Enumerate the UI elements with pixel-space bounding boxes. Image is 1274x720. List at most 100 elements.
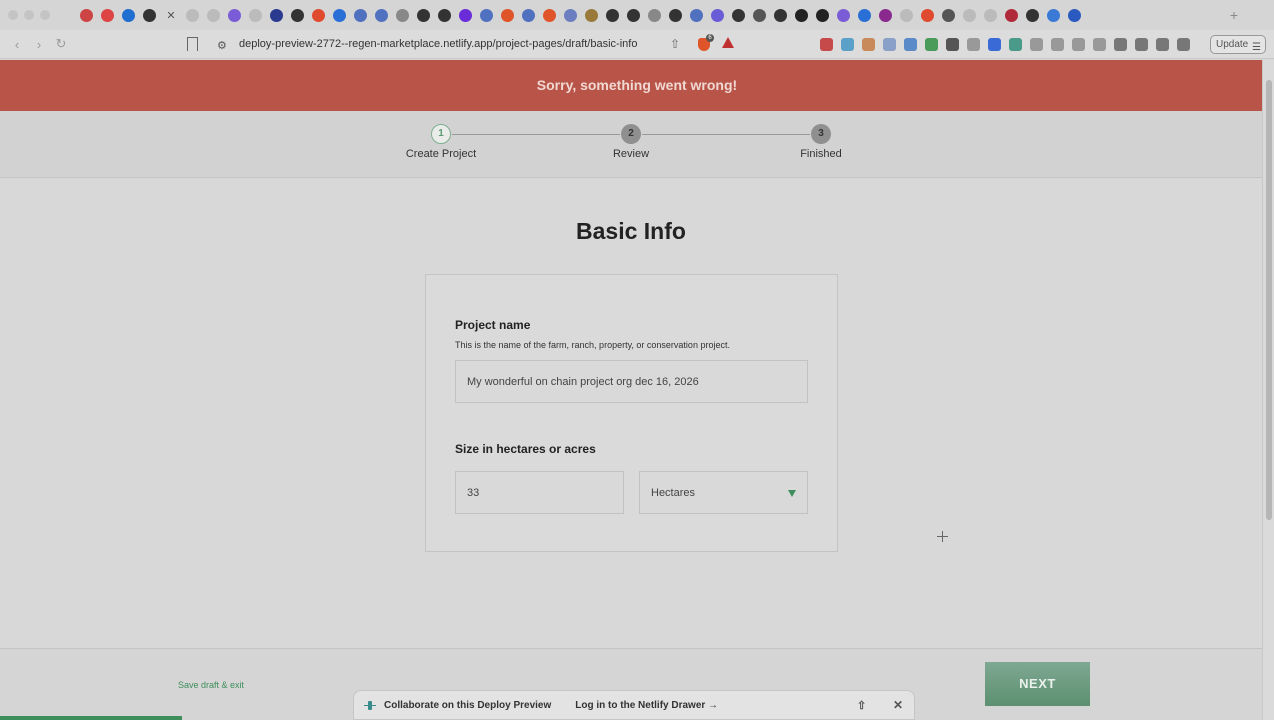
tab-favicon-icon[interactable] — [396, 8, 409, 22]
tab-favicon-icon[interactable] — [690, 8, 703, 22]
close-window-icon[interactable] — [8, 10, 18, 20]
tab-favicon-icon[interactable] — [480, 8, 493, 22]
tab-favicon-icon[interactable] — [80, 8, 93, 22]
unit-select[interactable]: Hectares — [639, 471, 808, 514]
tab-close-icon[interactable]: ✕ — [164, 9, 178, 22]
site-settings-icon[interactable]: ⚙ — [217, 39, 227, 52]
netlify-drawer: Collaborate on this Deploy Preview Log i… — [353, 690, 915, 720]
extension-icon[interactable] — [1051, 38, 1064, 51]
update-label: Update — [1216, 39, 1249, 50]
tab-favicon-icon[interactable] — [858, 8, 871, 22]
extension-icon[interactable] — [967, 38, 980, 51]
extension-icon[interactable] — [1135, 38, 1148, 51]
tab-favicon-icon[interactable] — [837, 8, 850, 22]
extension-icon[interactable] — [1156, 38, 1169, 51]
tab-favicon-icon[interactable] — [417, 8, 430, 22]
tab-favicon-icon[interactable] — [375, 8, 388, 22]
scrollbar-thumb[interactable] — [1266, 80, 1272, 520]
tab-favicon-icon[interactable] — [774, 8, 787, 22]
forward-icon[interactable]: › — [28, 37, 50, 52]
tab-favicon-icon[interactable] — [1005, 8, 1018, 22]
step-finished: 3 Finished — [761, 124, 881, 160]
extension-icon[interactable] — [904, 38, 917, 51]
tab-favicon-icon[interactable] — [879, 8, 892, 22]
brave-rewards-icon[interactable] — [722, 37, 734, 48]
menu-icon: ☰ — [1252, 42, 1261, 53]
share-icon[interactable]: ⇧ — [857, 699, 866, 712]
tab-favicon-icon[interactable] — [900, 8, 913, 22]
extension-icon[interactable] — [1093, 38, 1106, 51]
step-create-project: 1 Create Project — [381, 124, 501, 160]
tab-favicon-icon[interactable] — [711, 8, 724, 22]
tab-favicon-icon[interactable] — [564, 8, 577, 22]
extension-icon[interactable] — [1072, 38, 1085, 51]
tab-favicon-icon[interactable] — [585, 8, 598, 22]
tab-favicon-icon[interactable] — [438, 8, 451, 22]
page-scrollbar[interactable] — [1262, 60, 1274, 720]
extension-icon[interactable] — [1177, 38, 1190, 51]
tab-favicon-icon[interactable] — [459, 8, 472, 22]
tab-favicon-icon[interactable] — [186, 8, 199, 22]
tab-favicon-icon[interactable] — [942, 8, 955, 22]
size-input[interactable]: 33 — [455, 471, 624, 514]
reload-icon[interactable]: ↻ — [50, 36, 72, 52]
tab-favicon-icon[interactable] — [648, 8, 661, 22]
extension-icon[interactable] — [1114, 38, 1127, 51]
extension-icon[interactable] — [820, 38, 833, 51]
progress-bar — [0, 716, 182, 720]
tab-favicon-icon[interactable] — [606, 8, 619, 22]
extension-icon[interactable] — [988, 38, 1001, 51]
tab-favicon-icon[interactable] — [207, 8, 220, 22]
tab-favicon-icon[interactable] — [333, 8, 346, 22]
tab-favicon-icon[interactable] — [249, 8, 262, 22]
tab-favicon-icon[interactable] — [101, 8, 114, 22]
tab-favicon-icon[interactable] — [921, 8, 934, 22]
extension-icon[interactable] — [862, 38, 875, 51]
tab-favicon-icon[interactable] — [753, 8, 766, 22]
extension-icon[interactable] — [946, 38, 959, 51]
tab-favicon-icon[interactable] — [1068, 8, 1081, 22]
minimize-window-icon[interactable] — [24, 10, 34, 20]
close-icon[interactable]: ✕ — [893, 698, 903, 712]
tab-favicon-icon[interactable] — [669, 8, 682, 22]
tab-favicon-icon[interactable] — [522, 8, 535, 22]
tab-favicon-icon[interactable] — [122, 8, 135, 22]
basic-info-card: Project name This is the name of the far… — [425, 274, 838, 552]
tab-favicon-icon[interactable] — [984, 8, 997, 22]
extension-icon[interactable] — [1009, 38, 1022, 51]
extension-icon[interactable] — [1030, 38, 1043, 51]
save-draft-link[interactable]: Save draft & exit — [178, 680, 244, 690]
project-name-input[interactable]: My wonderful on chain project org dec 16… — [455, 360, 808, 403]
update-button[interactable]: Update ☰ — [1210, 35, 1266, 54]
extension-icon[interactable] — [883, 38, 896, 51]
address-bar[interactable]: deploy-preview-2772--regen-marketplace.n… — [239, 38, 637, 50]
tab-favicon-icon[interactable] — [543, 8, 556, 22]
back-icon[interactable]: ‹ — [6, 37, 28, 52]
tab-favicon-icon[interactable] — [143, 8, 156, 22]
tab-favicon-icon[interactable] — [501, 8, 514, 22]
extension-icon[interactable] — [925, 38, 938, 51]
tab-favicon-icon[interactable] — [627, 8, 640, 22]
tab-favicon-icon[interactable] — [816, 8, 829, 22]
collaborate-link[interactable]: Collaborate on this Deploy Preview — [384, 700, 551, 711]
tab-favicon-icon[interactable] — [354, 8, 367, 22]
tab-favicon-icon[interactable] — [1026, 8, 1039, 22]
netlify-login-link[interactable]: Log in to the Netlify Drawer → — [575, 700, 718, 711]
bookmark-icon[interactable] — [187, 37, 198, 51]
new-tab-icon[interactable]: + — [1230, 7, 1238, 23]
tab-favicon-icon[interactable] — [312, 8, 325, 22]
tab-favicon-icon[interactable] — [963, 8, 976, 22]
project-name-help: This is the name of the farm, ranch, pro… — [455, 340, 730, 350]
share-icon[interactable]: ⇧ — [670, 37, 680, 51]
tab-favicon-icon[interactable] — [795, 8, 808, 22]
tab-favicon-icon[interactable] — [291, 8, 304, 22]
extension-icon[interactable] — [841, 38, 854, 51]
size-label: Size in hectares or acres — [455, 442, 596, 456]
tab-favicon-icon[interactable] — [270, 8, 283, 22]
tab-favicon-icon[interactable] — [1047, 8, 1060, 22]
tab-favicon-icon[interactable] — [228, 8, 241, 22]
next-button[interactable]: NEXT — [985, 662, 1090, 706]
maximize-window-icon[interactable] — [40, 10, 50, 20]
tab-favicon-icon[interactable] — [732, 8, 745, 22]
progress-stepper: 1 Create Project 2 Review 3 Finished — [0, 111, 1262, 178]
